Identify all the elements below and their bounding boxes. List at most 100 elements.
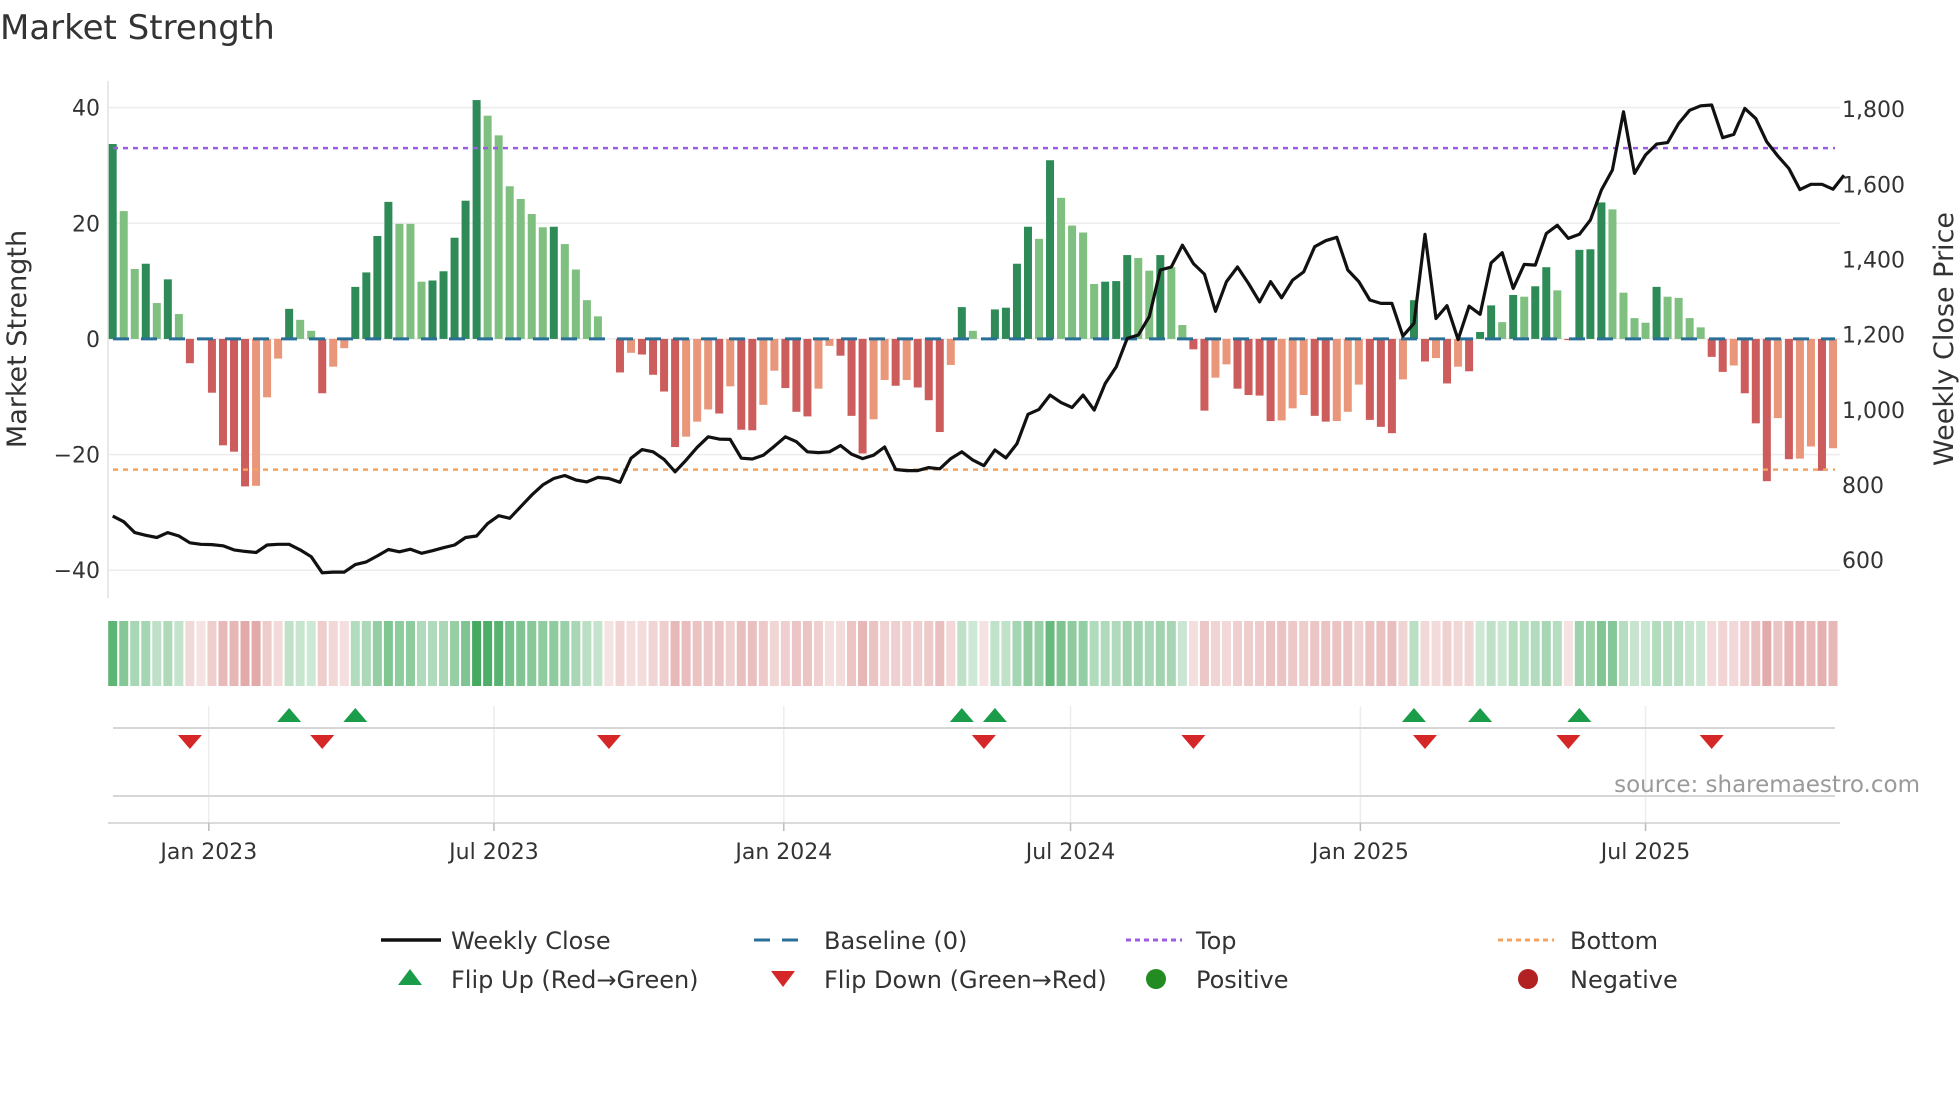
heat-cell	[461, 621, 471, 686]
heat-cell	[924, 621, 934, 686]
strength-bar	[1498, 322, 1507, 339]
heat-cell	[1773, 621, 1783, 686]
flip-down-marker	[177, 735, 202, 749]
heat-cell	[1552, 621, 1562, 686]
heat-cell	[1453, 621, 1463, 686]
heat-cell	[273, 621, 283, 686]
heat-cell	[1486, 621, 1496, 686]
heat-cell	[681, 621, 691, 686]
heat-cell	[1541, 621, 1551, 686]
strength-bar	[638, 338, 647, 355]
strength-bar	[274, 338, 283, 359]
strength-bar	[615, 338, 624, 373]
strength-bar	[1354, 338, 1363, 385]
x-tick-label: Jul 2024	[1024, 840, 1116, 865]
heat-cell	[1563, 621, 1573, 686]
strength-bar	[1553, 290, 1562, 339]
heat-cell	[1817, 621, 1827, 686]
y2-tick-label: 800	[1842, 474, 1884, 499]
flip-down-marker	[1556, 735, 1581, 749]
heat-cell	[692, 621, 702, 686]
strength-bar	[913, 338, 922, 388]
heat-cell	[736, 621, 746, 686]
strength-bar	[417, 281, 426, 339]
strength-bar	[1376, 338, 1385, 427]
heat-cell	[1409, 621, 1419, 686]
flip-down-marker	[1412, 735, 1437, 749]
heat-cell	[1266, 621, 1276, 686]
strength-bar	[1707, 338, 1716, 357]
heat-cell	[979, 621, 989, 686]
legend-label: Positive	[1196, 966, 1289, 994]
heat-cell	[1629, 621, 1640, 686]
strength-bar	[1200, 338, 1209, 411]
strength-bar	[726, 338, 735, 387]
heat-cell	[240, 621, 250, 686]
legend-item: Negative	[1518, 966, 1678, 994]
heat-cell	[869, 621, 879, 686]
strength-bar	[395, 223, 404, 339]
chart-title: Market Strength	[0, 8, 275, 48]
heat-cell	[284, 621, 294, 686]
heat-cell	[505, 621, 515, 686]
strength-bars	[108, 100, 1837, 487]
heat-cell	[1718, 621, 1728, 686]
strength-bar	[1630, 318, 1639, 339]
heat-cell	[1310, 621, 1320, 686]
legend-item: Weekly Close	[381, 927, 611, 955]
x-tick-label: Jan 2025	[1310, 840, 1409, 865]
strength-bar	[582, 300, 591, 339]
strength-bar	[384, 201, 393, 339]
y-tick-label: 20	[72, 212, 100, 237]
heat-cell	[383, 621, 393, 686]
heat-cell	[791, 621, 801, 686]
heat-cell	[780, 621, 790, 686]
heat-cell	[339, 621, 349, 686]
strength-bar	[924, 338, 933, 401]
x-tick-label: Jan 2023	[158, 840, 257, 865]
strength-bar	[450, 237, 459, 339]
strength-bar	[296, 319, 305, 339]
heat-cell	[1420, 621, 1430, 686]
legend-item: Positive	[1146, 966, 1289, 994]
strength-bar	[1035, 238, 1044, 339]
strength-bar	[935, 338, 944, 433]
heat-cell	[615, 621, 625, 686]
strength-bar	[1575, 249, 1584, 339]
flip-down-marker	[1699, 735, 1724, 749]
strength-bar	[847, 338, 856, 416]
heat-cell	[1177, 621, 1187, 686]
legend-item: Flip Up (Red→Green)	[398, 966, 699, 994]
heat-cell	[1288, 621, 1298, 686]
strength-heat-strip	[108, 621, 1838, 686]
strength-bar	[957, 307, 966, 339]
heat-cell	[968, 621, 978, 686]
legend-label: Weekly Close	[451, 927, 611, 955]
heat-cell	[1255, 621, 1265, 686]
strength-bar	[858, 338, 867, 454]
strength-bar	[1277, 338, 1286, 421]
left-axis-title: Market Strength	[2, 230, 33, 448]
strength-bar	[836, 338, 845, 356]
strength-bar	[1343, 338, 1352, 412]
heat-cell	[1707, 621, 1717, 686]
strength-bar	[318, 338, 327, 394]
strength-bar	[1332, 338, 1341, 422]
heat-cell	[119, 621, 129, 686]
strength-bar	[494, 135, 503, 339]
right-axis-title: Weekly Close Price	[1929, 212, 1960, 466]
heat-cell	[957, 621, 967, 686]
heat-cell	[1607, 621, 1617, 686]
market-strength-chart: Market Strength 40 20 0 −20 −40 600 800 1,000 1…	[0, 8, 1960, 994]
strength-bar	[351, 286, 360, 339]
strength-bar	[130, 268, 139, 339]
heat-cell	[1596, 621, 1606, 686]
strength-bar	[891, 338, 900, 386]
strength-bar	[1068, 225, 1077, 339]
strength-bar	[792, 338, 801, 412]
strength-bar	[1023, 226, 1032, 339]
strength-bar	[241, 338, 250, 487]
strength-bar	[1321, 338, 1330, 422]
strength-bar	[902, 338, 911, 380]
heat-cell	[1144, 621, 1154, 686]
